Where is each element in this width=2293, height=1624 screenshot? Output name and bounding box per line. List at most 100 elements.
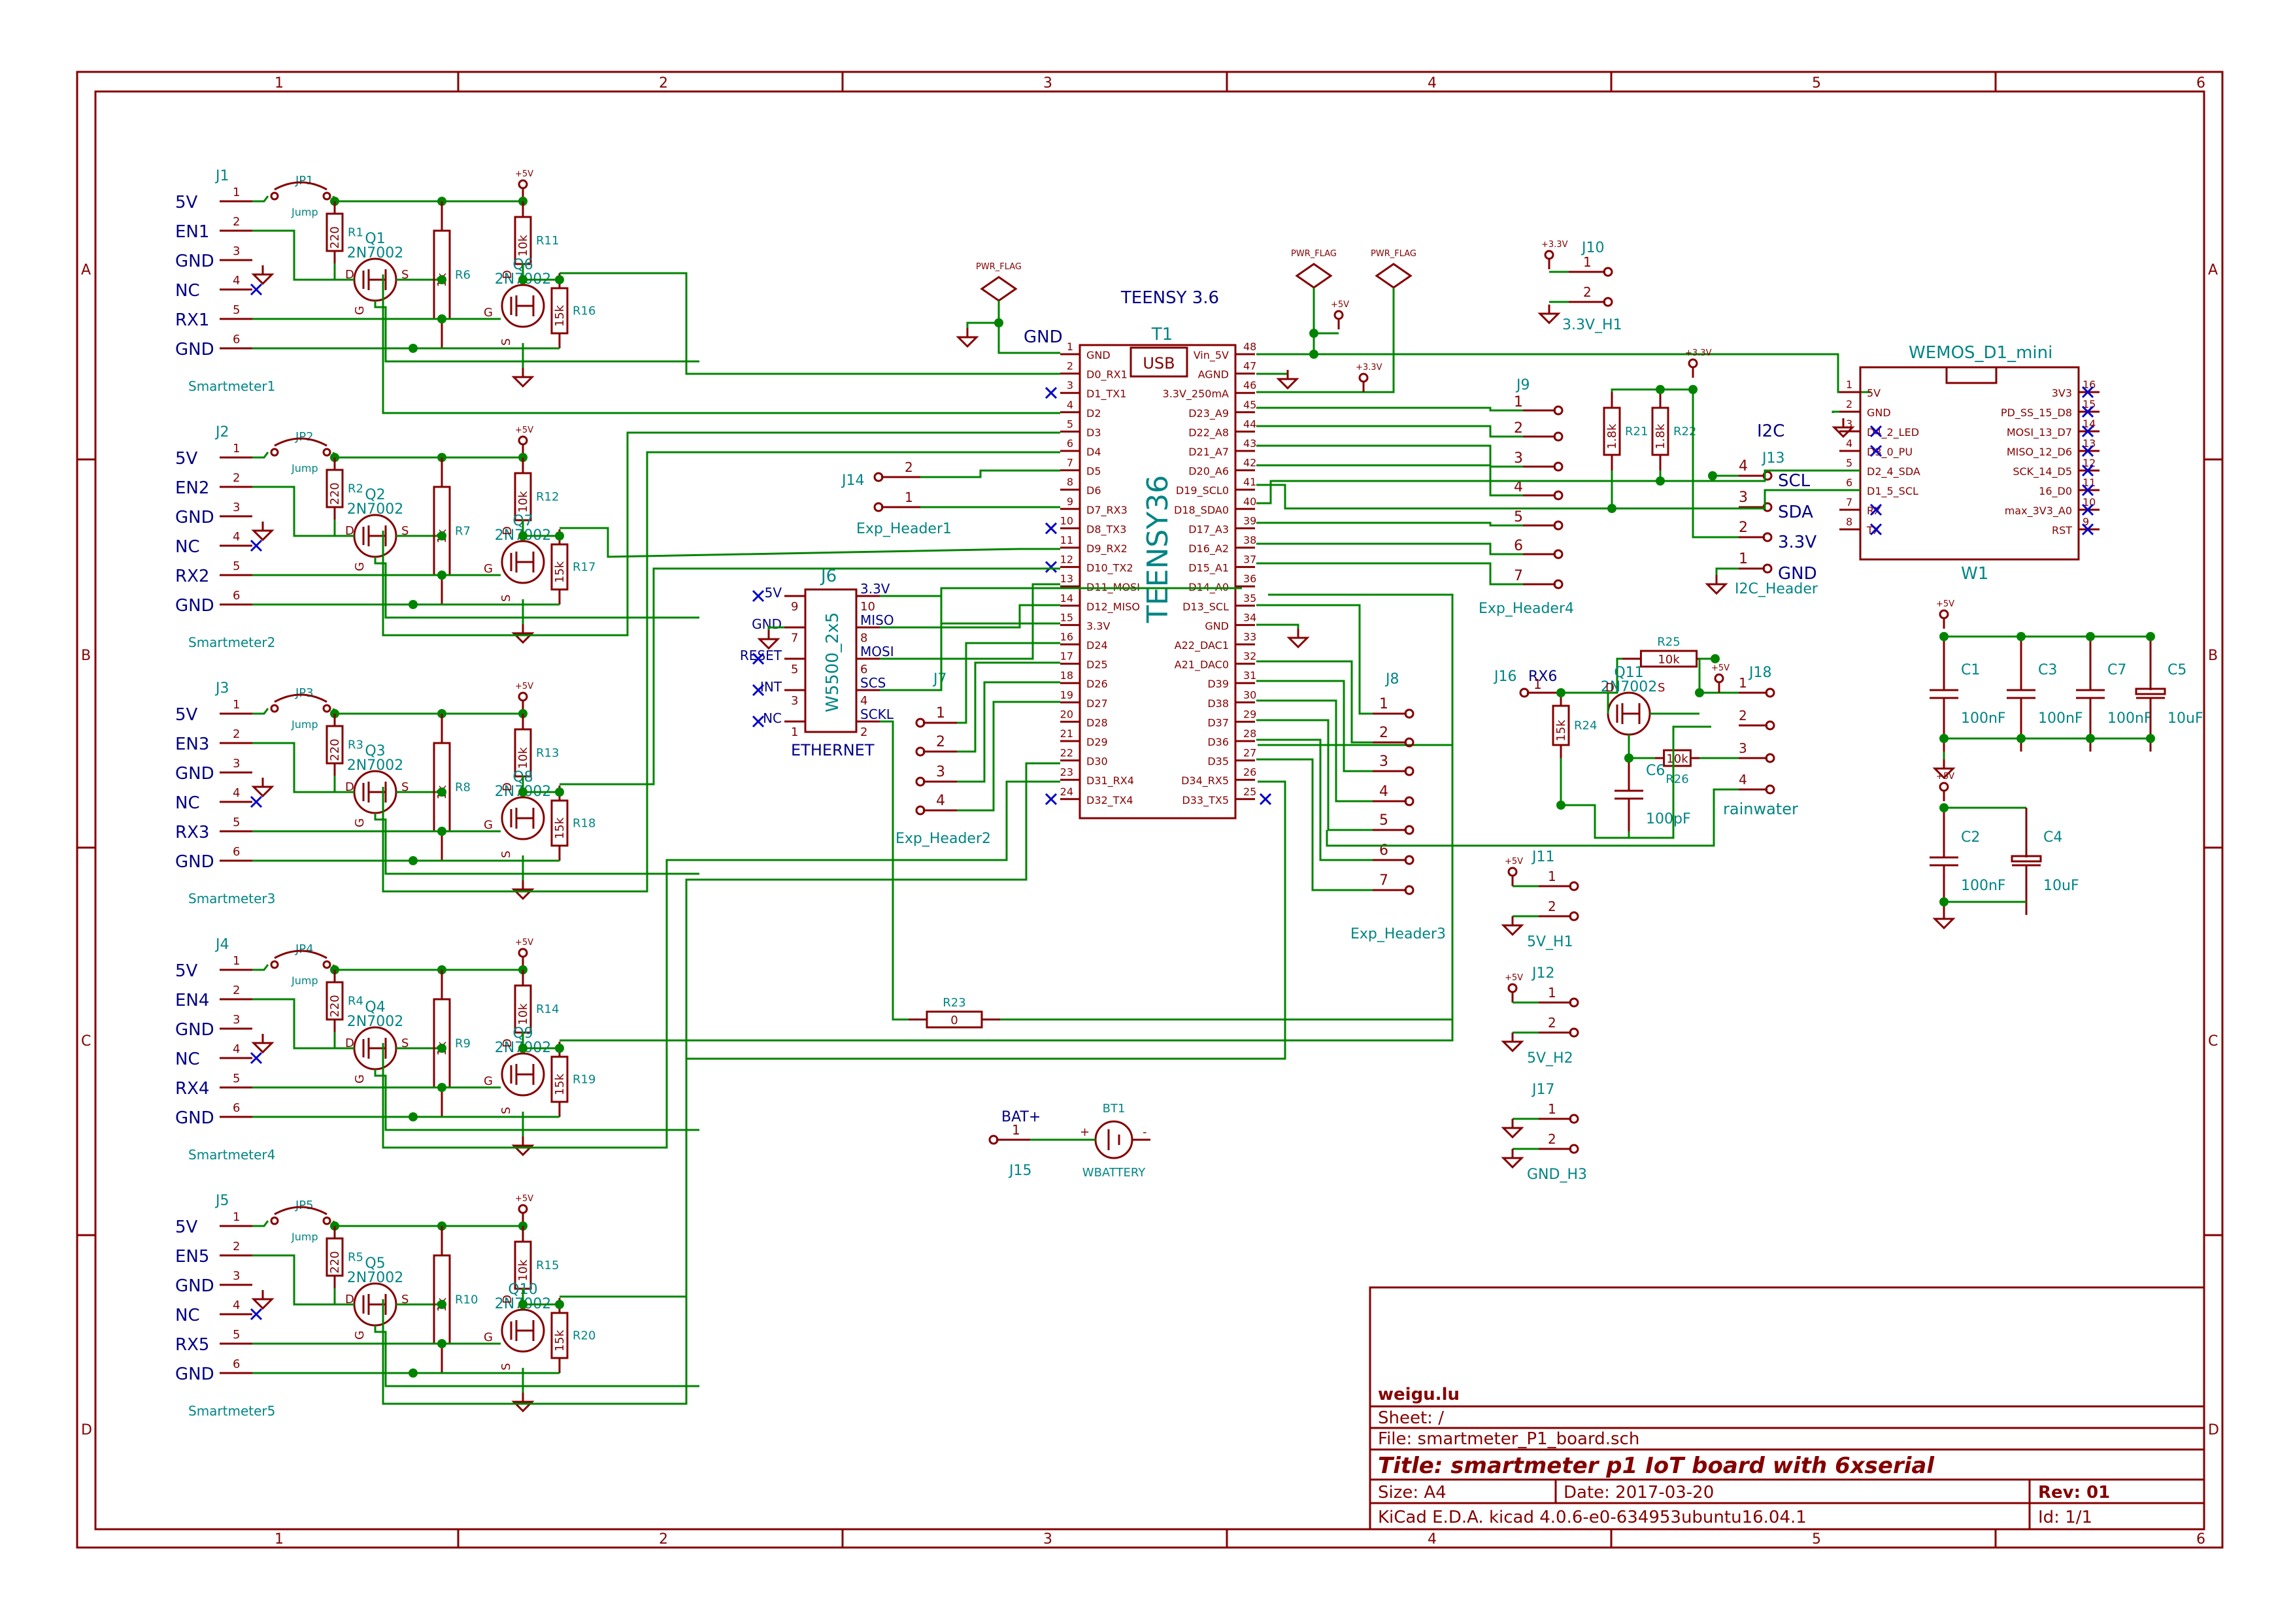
ethernet-pin-label: NC — [763, 710, 782, 726]
jumper-label: Jump — [291, 462, 318, 474]
wire — [1832, 410, 1839, 413]
power-symbol-head — [1358, 373, 1369, 383]
gnd-symbol — [511, 368, 535, 388]
wemos-pin-number: 8 — [1846, 516, 1852, 528]
ethernet-pin-label: MOSI — [860, 644, 894, 659]
teensy-pin-number: 36 — [1243, 572, 1256, 585]
j14-ref: J14 — [841, 472, 864, 489]
header-pin-number: 1 — [1739, 675, 1747, 691]
smartmeter-connector-ref: J1 — [214, 168, 229, 184]
battery-cell — [1107, 1129, 1120, 1150]
wemos-title: WEMOS_D1_mini — [1909, 343, 2052, 363]
j17-ref: J17 — [1531, 1082, 1554, 1098]
resistor-ref: R26 — [1665, 772, 1688, 786]
wemos-pin-number: 1 — [1846, 378, 1852, 391]
tb-rev: Rev: 01 — [2038, 1483, 2110, 1502]
header-pin-number: 1 — [1739, 551, 1748, 567]
teensy-pin-number: 19 — [1060, 689, 1073, 701]
no-connect-mark — [1045, 793, 1058, 805]
teensy-pin-name: D30 — [1086, 755, 1108, 768]
header-pin-number: 5 — [1379, 812, 1388, 829]
mosfet-value: 2N7002 — [347, 501, 403, 518]
teensy-pin-name: D36 — [1207, 736, 1229, 748]
teensy-pin-name: D2 — [1086, 407, 1101, 420]
wire — [1314, 353, 1871, 393]
connector-pin-number: 3 — [233, 501, 240, 514]
power-label: +5V — [1505, 857, 1523, 867]
power-label: +5V — [1331, 300, 1349, 310]
teensy-pin-number: 41 — [1243, 476, 1256, 488]
teensy-pin-number: 40 — [1243, 495, 1256, 508]
wemos-pin-name: 16_D0 — [2039, 485, 2072, 498]
power-symbol-head — [1939, 609, 1949, 620]
junction — [1656, 385, 1665, 394]
resistor-value: 0 — [950, 1014, 958, 1027]
teensy-pin-number: 10 — [1060, 514, 1073, 527]
mosfet-pin-label: G — [484, 306, 493, 320]
ethernet-pin-number: 1 — [791, 725, 798, 739]
pwr-flag — [1295, 263, 1333, 289]
smartmeter-pin-label: GND — [175, 764, 214, 784]
wire — [1256, 660, 1373, 744]
power-label: +5V — [515, 1194, 533, 1204]
wire — [1256, 562, 1523, 586]
wemos-pin-name: MOSI_13_D7 — [2007, 426, 2072, 439]
resistor-value: 10k — [1666, 752, 1688, 766]
wire — [332, 195, 523, 203]
wire — [332, 1220, 523, 1227]
ethernet-pin-number: 8 — [860, 631, 867, 645]
smartmeter-pin-label: EN3 — [175, 735, 209, 754]
j11-ref: J11 — [1531, 849, 1554, 865]
teensy-pin-number: 1 — [1067, 340, 1073, 353]
no-connect-mark — [1045, 522, 1058, 535]
header-pin-number: 1 — [1533, 676, 1542, 692]
tb-file: File: smartmeter_P1_board.sch — [1378, 1429, 1639, 1449]
teensy-pin-name: A22_DAC1 — [1175, 639, 1229, 652]
frame-row-d-r: D — [2208, 1422, 2219, 1438]
mosfet-pin-label: D — [501, 526, 514, 535]
wemos-usb-box — [1945, 366, 1998, 384]
jumper-pad — [270, 1216, 279, 1225]
capacitor-value: 10uF — [2167, 710, 2203, 727]
power-symbol-head — [1507, 983, 1518, 993]
j15-label: BAT+ — [1001, 1109, 1041, 1125]
header-pin-number: 2 — [1583, 284, 1592, 300]
tb-title: Title: smartmeter p1 IoT board with 6xse… — [1378, 1453, 1935, 1479]
smartmeter-pin-label: NC — [175, 281, 200, 301]
junction — [409, 344, 418, 353]
gnd-symbol — [1705, 575, 1728, 595]
junction — [1939, 803, 1949, 812]
resistor-ref: R3 — [348, 738, 363, 752]
jumper-ref: JP2 — [295, 430, 314, 444]
teensy-pin-number: 46 — [1243, 379, 1256, 391]
connector-pin-number: 3 — [233, 1269, 240, 1283]
power-label: +5V — [1505, 973, 1523, 983]
j16-label: RX6 — [1528, 669, 1557, 685]
junction — [1939, 632, 1949, 641]
teensy-pin-name: D35 — [1207, 755, 1229, 768]
header-pin-number: 6 — [1514, 538, 1523, 554]
capacitor-ref: C3 — [2038, 662, 2057, 678]
frame-col-6b: 6 — [2196, 1531, 2205, 1548]
junction — [555, 1300, 564, 1309]
resistor-value: 10k — [516, 491, 530, 513]
teensy-pin-number: 25 — [1243, 786, 1256, 798]
resistor-ref: R21 — [1625, 425, 1648, 439]
wire — [252, 1220, 269, 1227]
connector-pin-number: 1 — [233, 442, 240, 456]
teensy-pin-name: GND — [1086, 349, 1111, 361]
jumper-ref: JP5 — [295, 1199, 314, 1212]
tb-company: weigu.lu — [1378, 1385, 1460, 1404]
teensy-pin-name: D19_SCL0 — [1176, 484, 1229, 497]
junction — [1708, 471, 1717, 480]
junction — [555, 787, 564, 797]
wemos-pin-name: PD_SS_15_D8 — [2001, 406, 2072, 420]
junction — [1711, 654, 1720, 663]
jumper-pad — [322, 1216, 331, 1225]
junction — [437, 1083, 446, 1092]
wire — [374, 1069, 699, 1131]
wemos-pin-name: 5V — [1867, 387, 1881, 399]
mosfet-value: 2N7002 — [347, 1270, 403, 1286]
jumper-label: Jump — [291, 974, 318, 987]
wire — [920, 469, 1060, 478]
